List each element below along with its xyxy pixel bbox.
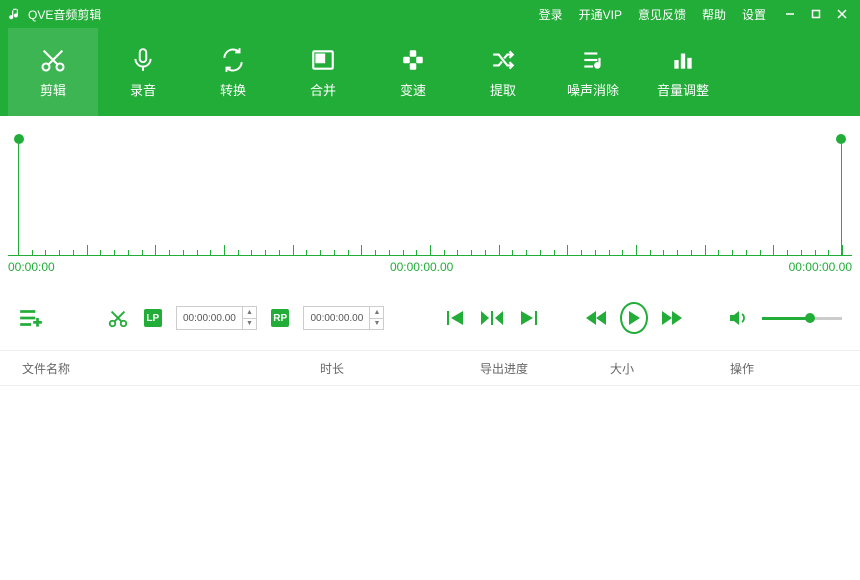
- goto-start-button[interactable]: [446, 310, 466, 326]
- volume-icon[interactable]: [730, 310, 748, 326]
- nav-tabs: 剪辑 录音 转换 合并 变速 提取 噪声消除: [0, 28, 860, 116]
- tab-merge[interactable]: 合并: [278, 28, 368, 116]
- help-link[interactable]: 帮助: [702, 6, 726, 23]
- login-link[interactable]: 登录: [539, 6, 563, 23]
- merge-icon: [310, 46, 336, 74]
- col-progress: 导出进度: [480, 360, 610, 377]
- add-list-button[interactable]: [18, 307, 44, 329]
- merge-markers-button[interactable]: [480, 310, 504, 326]
- right-marker-line: [841, 144, 842, 255]
- app-title: QVE音频剪辑: [28, 6, 101, 23]
- waveform-area: 00:00:00 00:00:00.00 00:00:00.00: [8, 116, 852, 286]
- denoise-icon: [580, 46, 606, 74]
- goto-end-button[interactable]: [518, 310, 538, 326]
- speed-icon: [400, 46, 426, 74]
- tab-label: 录音: [130, 80, 156, 99]
- play-button[interactable]: [620, 302, 647, 334]
- left-marker-line: [18, 144, 19, 255]
- equalizer-icon: [670, 46, 696, 74]
- tab-denoise[interactable]: 噪声消除: [548, 28, 638, 116]
- shuffle-icon: [490, 46, 516, 74]
- timeline-ticks: [18, 245, 842, 255]
- tab-volume[interactable]: 音量调整: [638, 28, 728, 116]
- lp-time-input[interactable]: 00:00:00.00 ▲▼: [176, 306, 257, 330]
- tab-label: 变速: [400, 80, 426, 99]
- rp-badge[interactable]: RP: [271, 309, 289, 327]
- rp-time-value: 00:00:00.00: [310, 313, 363, 324]
- tab-label: 合并: [310, 80, 336, 99]
- rewind-button[interactable]: [586, 311, 606, 325]
- tab-label: 剪辑: [40, 80, 66, 99]
- file-list-header: 文件名称 时长 导出进度 大小 操作: [0, 350, 860, 386]
- time-end: 00:00:00.00: [789, 260, 852, 274]
- time-start: 00:00:00: [8, 260, 55, 274]
- feedback-link[interactable]: 意见反馈: [638, 6, 686, 23]
- col-operation: 操作: [730, 360, 860, 377]
- lp-time-value: 00:00:00.00: [183, 313, 236, 324]
- col-duration: 时长: [320, 360, 480, 377]
- tab-label: 噪声消除: [567, 80, 619, 99]
- settings-link[interactable]: 设置: [742, 6, 766, 23]
- rp-up[interactable]: ▲: [370, 307, 383, 319]
- lp-badge[interactable]: LP: [144, 309, 162, 327]
- mic-icon: [130, 46, 156, 74]
- lp-up[interactable]: ▲: [243, 307, 256, 319]
- forward-button[interactable]: [662, 311, 682, 325]
- cut-selection-button[interactable]: [106, 307, 130, 329]
- tab-label: 音量调整: [657, 80, 709, 99]
- cut-icon: [38, 46, 68, 74]
- close-button[interactable]: [832, 4, 852, 24]
- rp-time-input[interactable]: 00:00:00.00 ▲▼: [303, 306, 384, 330]
- app-logo-icon: [8, 7, 22, 21]
- tab-label: 提取: [490, 80, 516, 99]
- tab-label: 转换: [220, 80, 246, 99]
- left-marker[interactable]: [14, 134, 24, 144]
- waveform-canvas[interactable]: [8, 116, 852, 256]
- volume-slider[interactable]: [762, 317, 843, 320]
- tab-speed[interactable]: 变速: [368, 28, 458, 116]
- convert-icon: [220, 46, 246, 74]
- tab-record[interactable]: 录音: [98, 28, 188, 116]
- right-marker[interactable]: [836, 134, 846, 144]
- volume-handle[interactable]: [805, 313, 815, 323]
- vip-link[interactable]: 开通VIP: [579, 6, 622, 23]
- titlebar: QVE音频剪辑 登录 开通VIP 意见反馈 帮助 设置: [0, 0, 860, 28]
- minimize-button[interactable]: [780, 4, 800, 24]
- time-labels: 00:00:00 00:00:00.00 00:00:00.00: [8, 256, 852, 274]
- col-size: 大小: [610, 360, 730, 377]
- controls-bar: LP 00:00:00.00 ▲▼ RP 00:00:00.00 ▲▼: [0, 286, 860, 350]
- tab-extract[interactable]: 提取: [458, 28, 548, 116]
- col-filename: 文件名称: [0, 360, 320, 377]
- lp-down[interactable]: ▼: [243, 319, 256, 330]
- rp-down[interactable]: ▼: [370, 319, 383, 330]
- tab-cut[interactable]: 剪辑: [8, 28, 98, 116]
- tab-convert[interactable]: 转换: [188, 28, 278, 116]
- maximize-button[interactable]: [806, 4, 826, 24]
- time-mid: 00:00:00.00: [390, 260, 453, 274]
